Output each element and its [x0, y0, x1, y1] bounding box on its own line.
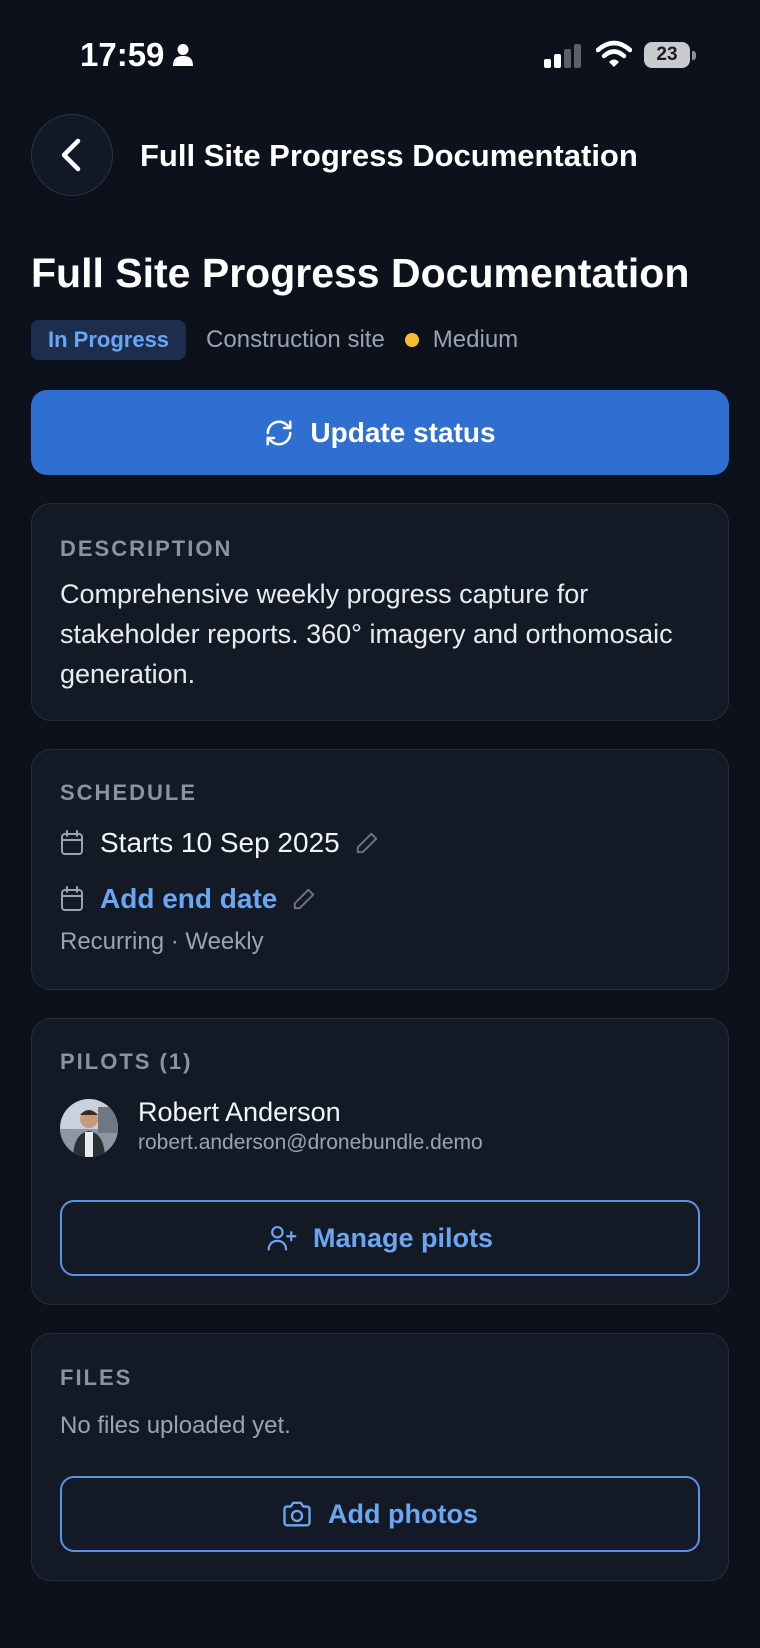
pilot-email: robert.anderson@dronebundle.demo — [138, 1131, 483, 1154]
files-label: FILES — [60, 1365, 133, 1390]
calendar-icon — [61, 830, 83, 855]
schedule-end-row: Add end date — [60, 879, 317, 919]
recurrence-text: Recurring · Weekly — [60, 928, 264, 955]
edit-end-date-pencil-icon[interactable] — [291, 886, 317, 912]
wifi-icon — [596, 40, 632, 67]
person-icon — [173, 44, 193, 66]
avatar — [60, 1099, 118, 1157]
description-label: DESCRIPTION — [60, 536, 233, 561]
page-title: Full Site Progress Documentation — [31, 250, 690, 296]
status-bar: 17:59 23 — [0, 0, 760, 110]
chevron-left-icon — [61, 138, 81, 172]
status-time: 17:59 — [80, 36, 165, 73]
files-card: FILES No files uploaded yet. Add photos — [31, 1333, 729, 1581]
category-label: Construction site — [206, 326, 385, 353]
cellular-signal-icon — [544, 44, 581, 68]
refresh-icon — [266, 420, 292, 445]
calendar-icon — [61, 886, 83, 911]
files-empty-text: No files uploaded yet. — [60, 1412, 291, 1439]
task-meta: In Progress Construction site Medium — [31, 320, 518, 360]
description-card: DESCRIPTION Comprehensive weekly progres… — [31, 503, 729, 721]
back-button[interactable] — [31, 114, 113, 196]
schedule-start-date: Starts 10 Sep 2025 — [100, 827, 340, 858]
schedule-start-row: Starts 10 Sep 2025 — [60, 823, 380, 863]
add-photos-button[interactable]: Add photos — [60, 1476, 700, 1552]
schedule-label: SCHEDULE — [60, 780, 198, 805]
nav-title: Full Site Progress Documentation — [140, 138, 638, 173]
status-badge: In Progress — [31, 320, 187, 360]
add-end-date-link[interactable]: Add end date — [100, 883, 277, 915]
battery-level: 23 — [656, 44, 678, 65]
manage-pilots-label: Manage pilots — [312, 1222, 494, 1253]
update-status-button[interactable]: Update status — [31, 390, 729, 475]
priority-label: Medium — [432, 326, 519, 353]
camera-icon — [283, 1501, 311, 1527]
pilot-name: Robert Anderson — [138, 1097, 341, 1127]
add-photos-label: Add photos — [328, 1498, 478, 1529]
manage-pilots-button[interactable]: Manage pilots — [60, 1200, 700, 1276]
battery-indicator: 23 — [644, 42, 696, 68]
description-text: Comprehensive weekly progress capture fo… — [60, 579, 673, 689]
schedule-card: SCHEDULE Starts 10 Sep 2025 Add end date… — [31, 749, 729, 990]
update-status-label: Update status — [310, 416, 496, 448]
user-plus-icon — [267, 1225, 297, 1251]
pilots-label: PILOTS (1) — [60, 1049, 193, 1074]
edit-start-date-pencil-icon[interactable] — [354, 830, 380, 856]
pilots-card: PILOTS (1) Robert Anderson robert.anders… — [31, 1018, 729, 1305]
priority-dot-icon — [404, 333, 419, 347]
